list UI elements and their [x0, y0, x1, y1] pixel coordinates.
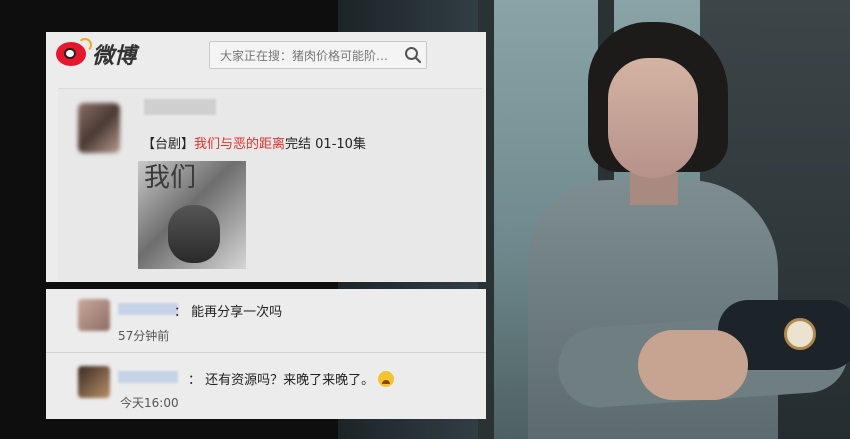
comment-text: ： 能再分享一次吗 — [174, 305, 283, 320]
weibo-post-panel: 微博 大家正在搜：猪肉价格可能阶… 【台剧】我们与恶的距离完结 01-10集 我… — [46, 32, 486, 282]
hands — [638, 330, 748, 400]
comment-item: ： 还有资源吗？来晚了来晚了。 今天16:00 — [46, 353, 486, 416]
weibo-spark-icon — [78, 38, 92, 52]
post-tag: 【台剧】 — [142, 137, 195, 152]
comment-time: 今天16:00 — [120, 396, 179, 410]
weibo-header: 微博 大家正在搜：猪肉价格可能阶… — [46, 32, 486, 76]
comment-text: ： 还有资源吗？来晚了来晚了。 — [188, 369, 395, 388]
comment-text-content: ： 还有资源吗？来晚了来晚了。 — [188, 373, 375, 388]
comment-time: 57分钟前 — [118, 329, 170, 343]
commenter-name[interactable] — [118, 303, 178, 315]
post-image[interactable]: 我们 — [138, 161, 246, 269]
poster-avatar[interactable] — [78, 103, 120, 153]
search-icon — [405, 47, 422, 64]
post-suffix: 完结 01-10集 — [285, 137, 366, 152]
poster-face — [168, 205, 220, 263]
weibo-eye-icon — [56, 38, 92, 66]
wristwatch — [784, 318, 816, 350]
poster-title: 我们 — [144, 163, 197, 193]
commenter-name[interactable] — [118, 371, 178, 383]
search-button[interactable] — [400, 42, 426, 68]
commenter-avatar[interactable] — [78, 299, 110, 331]
post-text: 【台剧】我们与恶的距离完结 01-10集 — [142, 133, 366, 152]
post-title-link[interactable]: 我们与恶的距离 — [194, 137, 285, 152]
logo-text: 微博 — [92, 43, 137, 69]
search-input[interactable]: 大家正在搜：猪肉价格可能阶… — [210, 47, 400, 64]
poster-username[interactable] — [144, 99, 216, 115]
crying-face-icon — [378, 371, 395, 387]
post-card: 【台剧】我们与恶的距离完结 01-10集 我们 — [58, 88, 482, 281]
comments-panel: ： 能再分享一次吗 57分钟前 ： 还有资源吗？来晚了来晚了。 今天16:00 — [46, 289, 486, 419]
search-box[interactable]: 大家正在搜：猪肉价格可能阶… — [209, 41, 427, 69]
comment-item: ： 能再分享一次吗 57分钟前 — [46, 289, 486, 353]
weibo-logo[interactable]: 微博 — [56, 38, 136, 70]
commenter-avatar[interactable] — [78, 366, 110, 398]
woman-face — [608, 58, 698, 178]
